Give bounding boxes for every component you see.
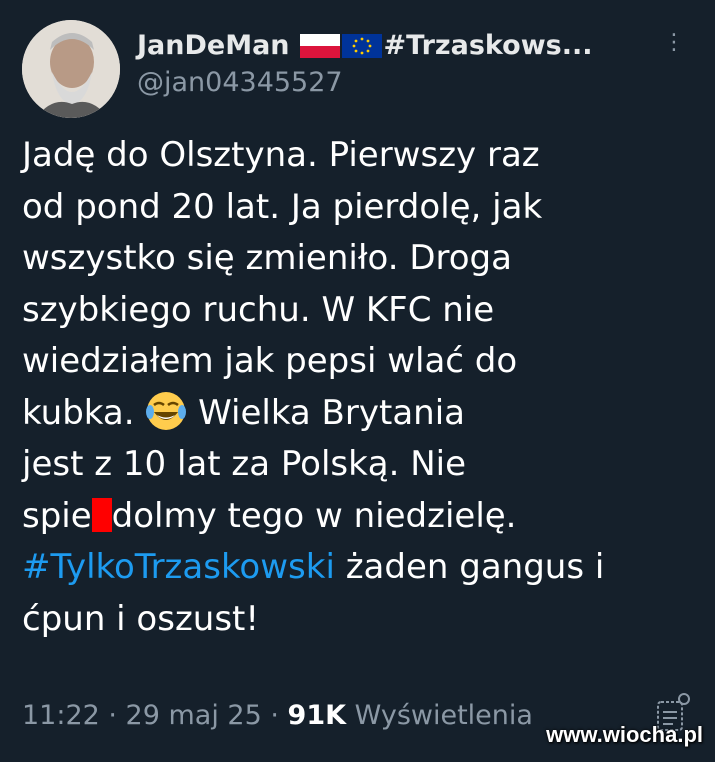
tweet-line-with-emoji: kubka. Wielka Brytania xyxy=(22,388,692,440)
views-label: Wyświetlenia xyxy=(346,700,533,731)
tweet-line: od pond 20 lat. Ja pierdolę, jak xyxy=(22,186,543,227)
tweet-text: Jadę do Olsztyna. Pierwszy raz od pond 2… xyxy=(22,130,692,645)
display-name[interactable]: JanDeMan xyxy=(137,30,290,61)
tweet-text-segment: dolmy tego w niedzielę. xyxy=(111,495,517,536)
tweet-text-segment: Wielka Brytania xyxy=(198,392,465,433)
tweet-line-with-hashtag: #TylkoTrzaskowski żaden gangus i xyxy=(22,542,692,594)
tweet-line: wszystko się zmieniło. Droga xyxy=(22,238,512,278)
hashtag-link[interactable]: #TylkoTrzaskowski xyxy=(22,547,335,587)
tweet-line: Jadę do Olsztyna. Pierwszy raz xyxy=(22,135,540,175)
tears-of-joy-emoji-icon xyxy=(146,391,187,430)
tweet-header: JanDeMan #Trzaskows... @jan04345527 xyxy=(137,30,675,98)
censor-block xyxy=(91,497,112,532)
more-options-icon[interactable]: ⋮ xyxy=(663,32,685,54)
views-count: 91K xyxy=(287,700,347,731)
tweet-line: ćpun i oszust! xyxy=(22,598,260,639)
tweet-line: szybkiego ruchu. W KFC nie xyxy=(22,289,495,330)
tweet-line: wiedziałem jak pepsi wlać do xyxy=(22,341,518,381)
watermark: www.wiocha.pl xyxy=(546,722,703,747)
tweet-text-segment: żaden gangus i xyxy=(334,547,605,587)
user-handle[interactable]: @jan04345527 xyxy=(137,67,675,98)
tweet-text-segment: spie xyxy=(22,495,92,536)
tweet-text-segment: kubka. xyxy=(22,392,135,433)
tweet-meta: 11:22 · 29 maj 25 · 91K Wyświetlenia xyxy=(22,700,533,731)
avatar[interactable] xyxy=(22,20,120,118)
tweet-line-censored: spie dolmy tego w niedzielę. xyxy=(22,491,692,543)
tweet-line: jest z 10 lat za Polską. Nie xyxy=(22,444,467,484)
poland-flag-icon xyxy=(299,33,340,58)
name-hashtag: #Trzaskows... xyxy=(383,30,593,61)
timestamp[interactable]: 11:22 · 29 maj 25 · xyxy=(22,700,288,731)
eu-flag-icon xyxy=(341,33,382,58)
avatar-portrait-image xyxy=(22,20,120,118)
